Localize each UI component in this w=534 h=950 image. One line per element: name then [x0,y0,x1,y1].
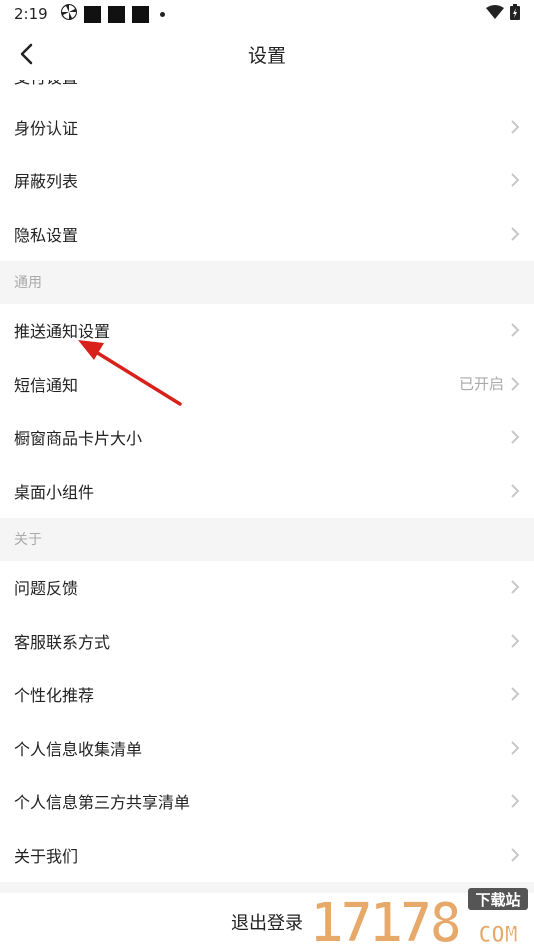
notification-icon [83,5,101,23]
list-item-label: 个人信息收集清单 [14,739,143,759]
account-section: 支付设置 身份认证 屏蔽列表 隐私设置 [0,80,534,261]
chevron-right-icon [511,173,520,187]
list-item-label: 屏蔽列表 [14,172,79,192]
list-item-payment-settings[interactable]: 支付设置 [0,80,534,100]
list-item-personal-info-collection[interactable]: 个人信息收集清单 [0,721,534,775]
wifi-icon [486,5,504,23]
chevron-right-icon [511,120,520,134]
about-section: 问题反馈 客服联系方式 个性化推荐 个人信息收集清单 个人信息第三方共享清单 关… [0,560,534,882]
chevron-right-icon [511,794,520,808]
list-item-customer-service[interactable]: 客服联系方式 [0,614,534,668]
list-item-sms-notification[interactable]: 短信通知 已开启 [0,357,534,411]
chevron-right-icon [511,377,520,391]
page-title: 设置 [247,44,286,67]
list-item-identity-verification[interactable]: 身份认证 [0,100,534,154]
list-item-privacy-settings[interactable]: 隐私设置 [0,207,534,261]
list-item-label: 短信通知 [14,375,79,395]
chevron-right-icon [511,687,520,701]
notification-icon [107,5,125,23]
list-item-third-party-sharing[interactable]: 个人信息第三方共享清单 [0,774,534,828]
chevron-right-icon [511,848,520,862]
list-item-label: 客服联系方式 [14,632,111,652]
list-item-label: 支付设置 [14,80,78,88]
list-item-label: 个人信息第三方共享清单 [14,793,191,813]
sms-notification-status: 已开启 [458,375,504,394]
list-item-desktop-widget[interactable]: 桌面小组件 [0,464,534,518]
list-item-feedback[interactable]: 问题反馈 [0,560,534,614]
app-header: 设置 [0,28,534,80]
list-item-personalized-recommendation[interactable]: 个性化推荐 [0,667,534,721]
settings-list[interactable]: 支付设置 身份认证 屏蔽列表 隐私设置 通用 推送通知设置 短信通知 已开启 橱… [0,80,534,890]
pinwheel-icon [60,3,78,25]
chevron-right-icon [511,430,520,444]
status-time: 2:19 [14,5,48,23]
chevron-right-icon [511,484,520,498]
status-bar: 2:19 [0,0,534,28]
list-item-label: 桌面小组件 [14,482,95,502]
chevron-right-icon [511,323,520,337]
logout-label: 退出登录 [231,912,303,934]
battery-icon [510,4,520,24]
list-item-label: 橱窗商品卡片大小 [14,429,143,449]
chevron-right-icon [511,580,520,594]
list-item-label: 个性化推荐 [14,686,95,706]
notification-icon [131,5,149,23]
list-item-label: 问题反馈 [14,579,79,599]
list-item-block-list[interactable]: 屏蔽列表 [0,153,534,207]
list-item-push-notification-settings[interactable]: 推送通知设置 [0,303,534,357]
logout-button[interactable]: 退出登录 [0,893,534,950]
list-item-about-us[interactable]: 关于我们 [0,828,534,882]
chevron-right-icon [511,634,520,648]
section-header-general: 通用 [0,260,534,304]
list-item-product-card-size[interactable]: 橱窗商品卡片大小 [0,410,534,464]
list-item-label: 关于我们 [14,846,79,866]
general-section: 推送通知设置 短信通知 已开启 橱窗商品卡片大小 桌面小组件 [0,303,534,518]
more-notifications-icon [159,11,165,17]
chevron-right-icon [511,741,520,755]
chevron-right-icon [511,227,520,241]
section-header-about: 关于 [0,517,534,561]
back-button[interactable] [16,42,40,66]
list-item-label: 隐私设置 [14,225,79,245]
list-item-label: 身份认证 [14,118,79,138]
chevron-left-icon [20,43,33,65]
list-item-label: 推送通知设置 [14,322,111,342]
